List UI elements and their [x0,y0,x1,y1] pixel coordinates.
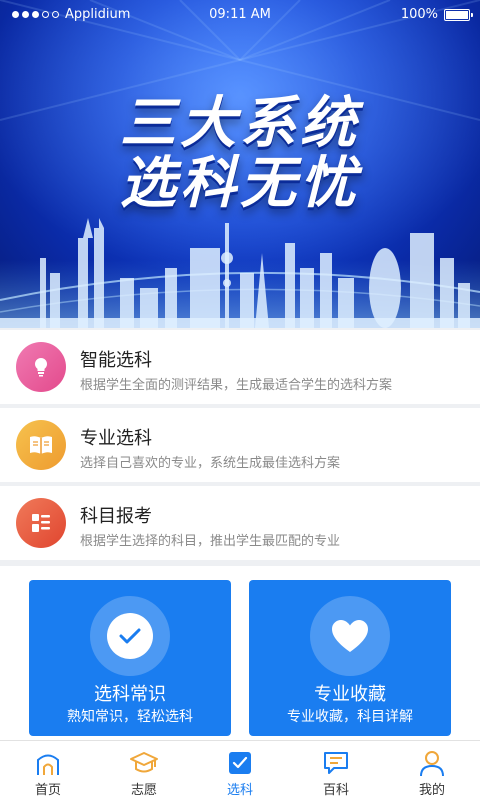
list-icon [16,498,66,548]
nav-label: 选科 [226,783,253,798]
bottom-navigation: 首页 志愿 选科 百科 我的 [0,740,480,800]
feature-title: 专业选科 [80,428,152,449]
battery-icon [444,8,473,21]
quick-cards-section: 选科常识 熟知常识，轻松选科 专业收藏 专业收藏，科目详解 [0,566,480,740]
card-major-favorites[interactable]: 专业收藏 专业收藏，科目详解 [249,580,451,736]
nav-item-home[interactable]: 首页 [0,741,96,800]
feature-item-subject-application[interactable]: 科目报考 根据学生选择的科目，推出学生最匹配的专业 [0,486,480,560]
nav-item-subject-selection[interactable]: 选科 [192,741,288,800]
user-icon [420,751,444,777]
heart-icon [332,620,368,652]
card-title: 选科常识 [94,684,166,705]
hero-banner[interactable]: 三大系统 选科无忧 [0,0,480,328]
hero-title-line2: 选科无忧 [120,151,360,216]
nav-label: 首页 [34,783,61,798]
feature-title: 科目报考 [80,506,152,527]
battery-percent: 100% [400,7,438,22]
nav-item-encyclopedia[interactable]: 百科 [288,741,384,800]
feature-list: 智能选科 根据学生全面的测评结果，生成最适合学生的选科方案 专业选科 选择自己喜… [0,330,480,564]
feature-description: 根据学生选择的科目，推出学生最匹配的专业 [80,534,341,549]
nav-label: 百科 [322,783,349,798]
graduation-cap-icon [130,752,158,773]
city-skyline-illustration [0,218,480,328]
checkbox-icon [229,752,251,774]
card-subtitle: 熟知常识，轻松选科 [67,709,193,725]
status-bar: Applidium 09:11 AM 100% [0,0,480,30]
feature-item-major-selection[interactable]: 专业选科 选择自己喜欢的专业，系统生成最佳选科方案 [0,408,480,482]
home-icon [37,754,59,775]
nav-label: 志愿 [130,783,157,798]
feature-item-smart-selection[interactable]: 智能选科 根据学生全面的测评结果，生成最适合学生的选科方案 [0,330,480,404]
check-icon [107,613,153,659]
book-icon [16,420,66,470]
feature-title: 智能选科 [80,350,152,371]
message-icon [324,752,348,774]
card-selection-knowledge[interactable]: 选科常识 熟知常识，轻松选科 [29,580,231,736]
nav-label: 我的 [418,783,445,798]
lightbulb-icon [16,342,66,392]
feature-description: 选择自己喜欢的专业，系统生成最佳选科方案 [80,456,341,471]
nav-item-volunteer[interactable]: 志愿 [96,741,192,800]
card-title: 专业收藏 [314,684,386,705]
feature-description: 根据学生全面的测评结果，生成最适合学生的选科方案 [80,378,393,393]
nav-item-profile[interactable]: 我的 [384,741,480,800]
card-subtitle: 专业收藏，科目详解 [287,709,413,725]
